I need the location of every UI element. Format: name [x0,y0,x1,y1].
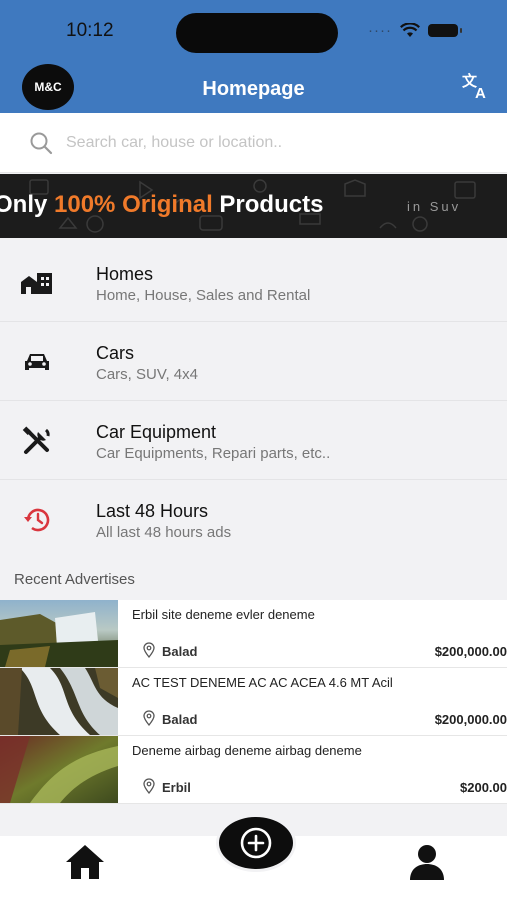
ad-price: $200.00 [460,780,507,795]
banner-tail: in Suv [407,199,462,214]
ad-price: $200,000.00 [434,644,507,659]
ad-location: Balad [162,644,198,659]
search-input[interactable] [66,130,486,156]
battery-icon [427,24,462,37]
dynamic-island [176,13,338,53]
category-last-48-hours[interactable]: Last 48 Hours All last 48 hours ads [0,480,507,559]
svg-text:A: A [475,85,486,100]
category-homes[interactable]: Homes Home, House, Sales and Rental [0,243,507,322]
recent-ads-list: Erbil site deneme evler deneme Balad $20… [0,600,507,804]
recent-ads-heading: Recent Advertises [14,571,135,588]
car-icon [20,346,54,378]
ad-title: Erbil site deneme evler deneme [132,607,315,622]
location-pin-icon [143,642,155,658]
location-pin-icon [143,778,155,794]
status-time: 10:12 [66,20,114,41]
banner-accent: 100% Original [54,191,213,218]
history-icon [20,504,54,536]
translate-icon[interactable]: 文 A [462,72,492,100]
status-icons: ···· [368,22,462,39]
ad-location: Erbil [162,780,191,795]
signal-icon: ···· [368,22,392,39]
ad-card[interactable]: AC TEST DENEME AC AC ACEA 4.6 MT Acil Ba… [0,668,507,736]
category-title: Car Equipment [96,422,217,442]
wifi-icon [400,23,420,37]
category-subtitle: Cars, SUV, 4x4 [96,366,198,383]
category-cars[interactable]: Cars Cars, SUV, 4x4 [0,322,507,401]
banner-prefix: Only [0,191,55,218]
promo-banner[interactable]: Only 100% Original Products in Suv [0,174,507,238]
category-title: Homes [96,264,154,284]
ad-price: $200,000.00 [434,712,507,727]
ad-title: AC TEST DENEME AC AC ACEA 4.6 MT Acil [132,675,393,690]
ad-thumbnail [0,600,118,667]
app-header: 10:12 ···· M&C Homepage 文 A [0,0,507,113]
category-subtitle: Home, House, Sales and Rental [96,287,311,304]
ad-thumbnail [0,668,118,735]
ad-title: Deneme airbag deneme airbag deneme [132,743,362,758]
category-subtitle: All last 48 hours ads [96,524,232,541]
add-button[interactable] [216,814,296,872]
tools-icon [20,425,54,457]
search-bar [0,113,507,173]
category-subtitle: Car Equipments, Repari parts, etc.. [96,445,331,462]
search-icon [30,132,53,155]
category-car-equipment[interactable]: Car Equipment Car Equipments, Repari par… [0,401,507,480]
homes-icon [20,267,54,299]
category-list: Homes Home, House, Sales and Rental Cars… [0,243,507,559]
profile-icon[interactable] [407,842,447,882]
home-icon[interactable] [64,843,106,881]
category-title: Cars [96,343,135,363]
banner-suffix: Products [212,191,324,218]
location-pin-icon [143,710,155,726]
ad-location: Balad [162,712,198,727]
banner-headline: Only 100% Original Products [0,191,323,219]
ad-card[interactable]: Deneme airbag deneme airbag deneme Erbil… [0,736,507,804]
page-title: Homepage [202,78,305,100]
add-icon [240,827,272,859]
ad-thumbnail [0,736,118,803]
ad-card[interactable]: Erbil site deneme evler deneme Balad $20… [0,600,507,668]
category-title: Last 48 Hours [96,501,209,521]
